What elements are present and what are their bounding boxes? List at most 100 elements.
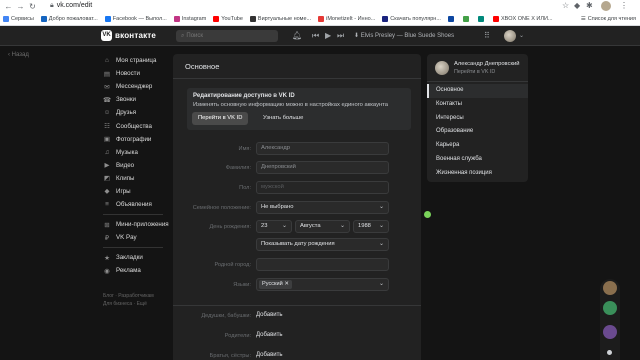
hometown-field[interactable] [256, 258, 389, 271]
bookmark-label: Виртуальные номе... [257, 16, 312, 22]
bookmark-item[interactable]: Сервисы [3, 16, 34, 22]
left-menu-item[interactable]: ▣ Фотографии [103, 133, 173, 146]
right-nav-item[interactable]: Контакты [427, 98, 528, 112]
bookmark-item[interactable] [462, 16, 471, 22]
menu-item-icon: ★ [104, 254, 110, 262]
left-menu-item[interactable]: ◩ Клипы [103, 172, 173, 185]
right-nav-item[interactable]: Интересы [427, 112, 528, 126]
bell-icon[interactable]: 🔔︎ [292, 30, 302, 42]
remove-chip-icon[interactable]: ✕ [284, 281, 289, 287]
now-playing-text: Elvis Presley — Blue Suede Shoes [360, 33, 455, 39]
star-icon[interactable]: ☆ [562, 1, 569, 11]
puzzle-icon[interactable]: ✱ [586, 1, 593, 11]
bookmark-item[interactable]: Добро пожаловат... [40, 16, 98, 22]
profile-name[interactable]: Александр Днепровский [454, 61, 519, 67]
bookmark-item[interactable] [477, 16, 486, 22]
left-menu-item[interactable]: ₽ VK Pay [103, 231, 173, 244]
last-name-field[interactable]: Днепровский [256, 161, 389, 174]
extension-icon[interactable]: ◆ [574, 1, 580, 11]
left-menu-item[interactable]: ♫ Музыка [103, 146, 173, 159]
footer-links[interactable]: Для бизнеса · Ещё [103, 300, 173, 308]
profile-avatar[interactable] [601, 1, 611, 11]
bookmark-item[interactable]: iMonetizeIt - Инно... [318, 16, 375, 22]
page-title: Основное [185, 62, 220, 71]
menu-item-label: Моя страница [116, 57, 157, 65]
marital-status-select[interactable]: Не выбрано ⌄ [256, 201, 389, 214]
bookmark-favicon-icon [477, 16, 484, 22]
bookmark-item[interactable]: Instagram [173, 16, 207, 22]
left-menu-item[interactable]: ⌂ Моя страница [103, 54, 173, 67]
back-arrow-icon[interactable]: ← [4, 2, 13, 11]
bookmark-label: Добро пожаловат... [48, 16, 98, 22]
bookmark-label: iMonetizeIt - Инно... [326, 16, 376, 22]
left-menu-item[interactable]: ◉ Реклама [103, 264, 173, 277]
search-input[interactable]: ⌕ Поиск [176, 30, 278, 42]
birthday-visibility-select[interactable]: Показывать дату рождения ⌄ [256, 238, 389, 251]
avatar[interactable] [504, 30, 516, 42]
story-avatar[interactable] [603, 301, 617, 315]
birth-year-select[interactable]: 1988 ⌄ [353, 220, 389, 233]
bookmark-favicon-icon [249, 16, 256, 22]
bookmark-label: Facebook — Выпол... [112, 16, 167, 22]
learn-more-button[interactable]: Узнать больше [263, 112, 303, 125]
bookmark-item[interactable]: Скачать популярн... [382, 16, 441, 22]
left-menu-item[interactable]: ☺ Друзья [103, 106, 173, 119]
left-menu-item[interactable]: ★ Закладки [103, 251, 173, 264]
story-avatar[interactable] [603, 281, 617, 295]
prev-track-icon[interactable]: ⏮︎ [312, 30, 319, 42]
reload-icon[interactable]: ↻ [28, 2, 37, 11]
menu-item-label: Новости [116, 70, 140, 78]
right-nav-item[interactable]: Карьера [427, 139, 528, 153]
gender-select[interactable]: мужской [256, 181, 389, 194]
add-relative-link[interactable]: Добавить [256, 332, 283, 338]
story-avatar[interactable] [603, 325, 617, 339]
bookmark-item[interactable]: YouTube [213, 16, 243, 22]
now-playing[interactable]: ⬇ Elvis Presley — Blue Suede Shoes [354, 30, 454, 42]
bookmark-item[interactable]: Facebook — Выпол... [104, 16, 167, 22]
left-menu-item[interactable]: ☷ Сообщества [103, 119, 173, 132]
bookmark-favicon-icon [462, 16, 469, 22]
left-menu-item[interactable]: ☎ Звонки [103, 93, 173, 106]
left-menu-item[interactable]: ◆ Игры [103, 185, 173, 198]
avatar[interactable] [435, 61, 449, 75]
bookmark-item[interactable]: XBOX ONE X ИЛИ... [492, 16, 553, 22]
right-nav-item[interactable]: Основное [427, 84, 528, 98]
birth-month-select[interactable]: Августа ⌄ [295, 220, 350, 233]
left-menu-item[interactable]: ▤ Новости [103, 67, 173, 80]
apps-grid-icon[interactable]: ⠿ [484, 30, 490, 42]
bookmark-label: Instagram [181, 16, 207, 22]
settings-right-nav: Александр Днепровский Перейти в VK ID Ос… [427, 54, 528, 182]
add-relative-link[interactable]: Добавить [256, 352, 283, 358]
next-track-icon[interactable]: ⏭︎ [337, 30, 344, 42]
birth-day-select[interactable]: 23 ⌄ [256, 220, 292, 233]
right-nav-item[interactable]: Образование [427, 125, 528, 139]
bookmark-item[interactable]: Виртуальные номе... [249, 16, 312, 22]
languages-select[interactable]: Русский ✕ ⌄ [256, 278, 389, 291]
add-relative-link[interactable]: Добавить [256, 312, 283, 318]
more-menu-icon[interactable]: ⋮ [620, 1, 628, 11]
left-menu-item[interactable]: ✉ Мессенджер [103, 80, 173, 93]
forward-arrow-icon[interactable]: → [16, 2, 25, 11]
go-to-vkid-button[interactable]: Перейти в VK ID [192, 112, 249, 125]
right-nav-item[interactable]: Военная служба [427, 153, 528, 167]
right-nav-item[interactable]: Жизненная позиция [427, 167, 528, 181]
vkid-link[interactable]: Перейти в VK ID [454, 69, 495, 75]
reading-list[interactable]: ☰ Список для чтения [581, 13, 636, 25]
first-name-field[interactable]: Александр [256, 142, 389, 155]
play-icon[interactable]: ▶ [325, 30, 331, 42]
download-icon: ⬇ [354, 33, 361, 39]
back-link[interactable]: ‹ Назад [8, 52, 29, 58]
address-bar[interactable]: 🔒︎ vk.com/edit [50, 0, 92, 12]
divider [173, 305, 421, 306]
left-menu-item[interactable]: ▶ Видео [103, 159, 173, 172]
menu-item-label: Музыка [116, 148, 138, 156]
vk-logo[interactable]: VK вконтакте [101, 30, 156, 41]
menu-item-label: Звонки [116, 96, 136, 104]
left-menu-item[interactable]: ⊞ Мини-приложения [103, 218, 173, 231]
chevron-down-icon[interactable]: ⌄ [519, 30, 524, 42]
left-menu-item[interactable]: ≡ Объявления [103, 198, 173, 211]
bookmark-favicon-icon [3, 16, 9, 22]
footer-links[interactable]: Блог · Разработчикам [103, 292, 173, 300]
reading-list-icon: ☰ [580, 16, 586, 22]
bookmark-item[interactable] [447, 16, 456, 22]
